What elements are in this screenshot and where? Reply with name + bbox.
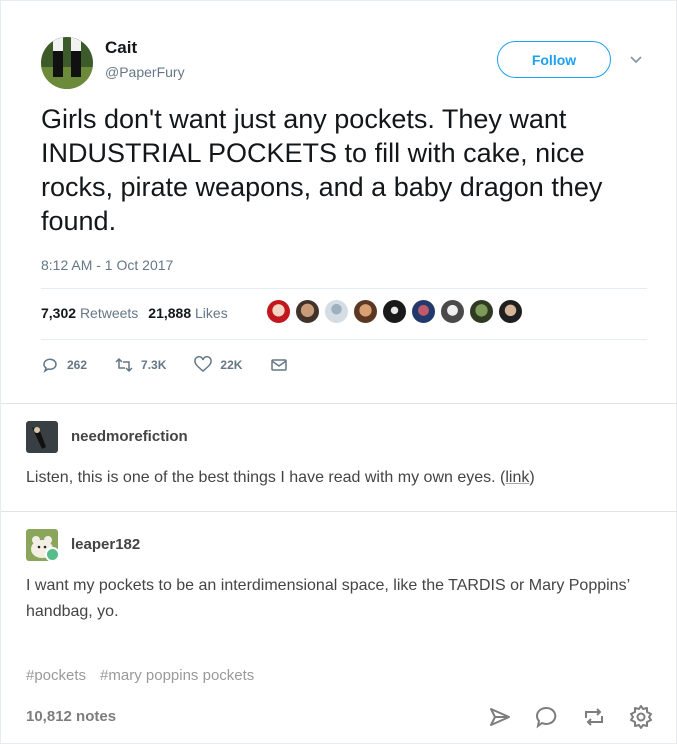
- share-icon[interactable]: [487, 704, 513, 730]
- avatar[interactable]: [295, 299, 320, 324]
- envelope-icon: [271, 359, 288, 371]
- follow-button[interactable]: Follow: [497, 41, 611, 78]
- avatar[interactable]: [266, 299, 291, 324]
- reblog-text: Listen, this is one of the best things I…: [26, 469, 535, 486]
- reblog-link[interactable]: link: [505, 469, 529, 486]
- avatar[interactable]: [498, 299, 523, 324]
- retweets-stat[interactable]: 7,302 Retweets: [41, 305, 138, 321]
- tweet-actions: 262 7.3K 22K: [41, 356, 316, 374]
- tweet-card: Cait @PaperFury Follow Girls don't want …: [1, 1, 677, 403]
- reblog-username[interactable]: needmorefiction: [71, 428, 188, 445]
- avatar[interactable]: [324, 299, 349, 324]
- heart-icon: [194, 356, 213, 372]
- retweet-action[interactable]: 7.3K: [115, 356, 166, 374]
- settings-icon[interactable]: [628, 704, 654, 730]
- divider: [41, 288, 647, 289]
- tweet-text: Girls don't want just any pockets. They …: [41, 104, 603, 236]
- tag[interactable]: #pockets: [26, 667, 86, 684]
- tweet-author-handle[interactable]: @PaperFury: [105, 64, 185, 80]
- reblog-username[interactable]: leaper182: [71, 536, 140, 553]
- notes-count[interactable]: 10,812 notes: [26, 708, 116, 725]
- avatar[interactable]: [469, 299, 494, 324]
- tweet-stats: 7,302 Retweets 21,888 Likes: [41, 305, 228, 321]
- avatar[interactable]: [353, 299, 378, 324]
- reply-icon: [43, 358, 57, 373]
- tweet-author-avatar[interactable]: [41, 37, 93, 89]
- divider: [41, 339, 647, 340]
- reblog-badge-icon: [45, 547, 60, 562]
- retweet-icon: [115, 357, 133, 373]
- post-footer-actions: [487, 704, 654, 730]
- reblog-text: I want my pockets to be an interdimensio…: [26, 577, 630, 620]
- avatar[interactable]: [411, 299, 436, 324]
- like-action[interactable]: 22K: [194, 356, 242, 374]
- reply-action[interactable]: 262: [41, 356, 87, 374]
- avatar[interactable]: [26, 421, 58, 453]
- tweet-timestamp[interactable]: 8:12 AM - 1 Oct 2017: [41, 257, 173, 273]
- likes-stat[interactable]: 21,888 Likes: [148, 305, 227, 321]
- message-action[interactable]: [270, 356, 288, 374]
- avatar[interactable]: [382, 299, 407, 324]
- tag[interactable]: #mary poppins pockets: [100, 667, 254, 684]
- divider: [1, 511, 677, 512]
- avatar[interactable]: [440, 299, 465, 324]
- tweet-author-name[interactable]: Cait: [105, 38, 137, 58]
- tumblr-post: Cait @PaperFury Follow Girls don't want …: [0, 0, 677, 744]
- reply-icon[interactable]: [534, 704, 560, 730]
- likers-avatars: [266, 299, 523, 324]
- reblog-icon[interactable]: [581, 704, 607, 730]
- divider: [1, 403, 677, 404]
- chevron-down-icon[interactable]: [628, 53, 644, 67]
- tag-list: #pockets #mary poppins pockets: [26, 667, 254, 684]
